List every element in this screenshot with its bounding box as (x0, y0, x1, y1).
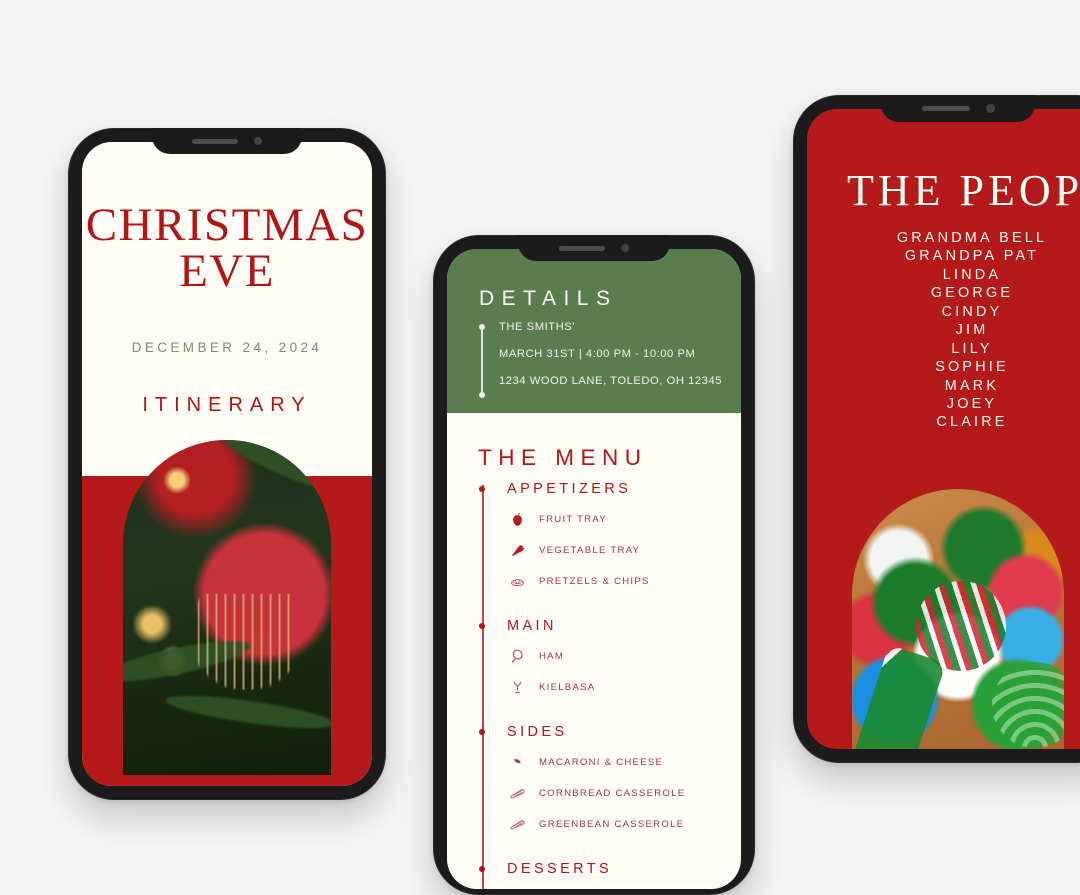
details-lines: THE SMITHS' MARCH 31ST | 4:00 PM - 10:00… (499, 321, 727, 402)
christmas-title-line2: EVE (179, 245, 275, 298)
person-name: MARK (944, 377, 1000, 394)
screen-left: CHRISTMAS EVE DECEMBER 24, 2024 ITINERAR… (82, 142, 372, 786)
camera-icon (985, 104, 995, 113)
carrot-icon (512, 544, 525, 556)
menu-item-label: MACARONI & CHEESE (539, 757, 664, 768)
details-timeline-rail (479, 324, 485, 398)
screen-right: THE PEOPLE GRANDMA BELLGRANDPA PATLINDAG… (807, 109, 1080, 749)
category-dot-icon (479, 729, 485, 735)
details-heading: DETAILS (479, 287, 618, 310)
category-dot-icon (479, 486, 485, 492)
menu-item[interactable]: GREENBEAN CASSEROLE (507, 814, 741, 835)
menu-category: MAIN HAM KIELBASA (447, 618, 741, 698)
phone-mockup-middle: DETAILS THE SMITHS' MARCH 31ST | 4:00 PM… (433, 235, 755, 895)
left-cream-panel (82, 142, 372, 476)
speaker-icon (921, 106, 970, 111)
details-panel: DETAILS THE SMITHS' MARCH 31ST | 4:00 PM… (447, 249, 741, 413)
detail-address: 1234 WOOD LANE, TOLEDO, OH 12345 (499, 375, 723, 387)
menu-category: SIDES MACARONI & CHEESE CORNBREAD CASSEROL… (447, 724, 741, 835)
detail-datetime: MARCH 31ST | 4:00 PM - 10:00 PM (499, 348, 696, 360)
notch-middle (518, 235, 670, 261)
cookies-photo (852, 489, 1064, 749)
menu-category-heading: MAIN (507, 618, 557, 634)
people-heading: THE PEOPLE (847, 166, 1080, 215)
person-name: CINDY (941, 303, 1003, 320)
menu-heading: THE MENU (478, 445, 648, 470)
rail-dot-bottom-icon (479, 392, 485, 398)
event-date: DECEMBER 24, 2024 (131, 340, 323, 355)
sausage-icon (513, 681, 522, 694)
detail-host: THE SMITHS' (499, 321, 575, 333)
person-name: LILY (951, 340, 993, 357)
category-dot-icon (479, 623, 485, 629)
people-list: GRANDMA BELL GRANDPA PAT LINDA GEORGE CINDY J… (807, 229, 1080, 432)
rail-dot-top-icon (479, 324, 485, 330)
cookies-photo-art (852, 489, 1064, 749)
menu-category-spacer (447, 602, 741, 618)
person-name: LINDA (942, 266, 1002, 283)
macaroni-icon (514, 759, 521, 764)
menu-item-label: GREENBEAN CASSEROLE (539, 819, 685, 830)
speaker-icon (559, 245, 605, 251)
menu-item[interactable]: CORNBREAD CASSEROLE (507, 783, 741, 804)
menu-item[interactable]: PRETZELS & CHIPS (507, 571, 741, 592)
menu-item[interactable]: KIELBASA (507, 677, 741, 698)
menu-category: APPETIZERS FRUIT TRAY VEGETABLE TRAY PRETZE… (447, 481, 741, 592)
itinerary-label: ITINERARY (142, 394, 312, 416)
phone-mockup-right: THE PEOPLE GRANDMA BELLGRANDPA PATLINDAG… (793, 95, 1080, 763)
menu-category-heading: APPETIZERS (507, 481, 632, 497)
category-dot-icon (479, 866, 485, 872)
menu-item-label: CORNBREAD CASSEROLE (539, 788, 686, 799)
menu-item[interactable]: MACARONI & CHEESE (507, 752, 741, 773)
menu-category-heading: SIDES (507, 724, 568, 740)
person-name: JOEY (946, 395, 998, 412)
menu-category-spacer (447, 708, 741, 724)
notch-right (881, 95, 1035, 122)
person-name: CLAIRE (936, 414, 1008, 431)
menu-item[interactable]: HAM (507, 646, 741, 667)
phone-mockup-left: CHRISTMAS EVE DECEMBER 24, 2024 ITINERAR… (68, 128, 386, 800)
ham-icon (511, 649, 523, 663)
casserole-dish-icon (510, 789, 525, 799)
christmas-title: CHRISTMAS EVE (82, 199, 372, 298)
person-name: JIM (955, 322, 989, 339)
notch-left (152, 128, 302, 154)
menu-item-label: VEGETABLE TRAY (539, 545, 641, 556)
screen-middle: DETAILS THE SMITHS' MARCH 31ST | 4:00 PM… (447, 249, 741, 889)
ornament-photo (123, 440, 331, 775)
menu-categories: APPETIZERS FRUIT TRAY VEGETABLE TRAY PRETZE… (447, 481, 741, 889)
christmas-title-line1: CHRISTMAS (85, 199, 369, 251)
menu-item[interactable]: VEGETABLE TRAY (507, 540, 741, 561)
apple-icon (513, 512, 522, 526)
person-name: GRANDMA BELL (896, 230, 1048, 246)
person-name: GRANDPA PAT (904, 248, 1040, 265)
person-name: SOPHIE (935, 359, 1009, 376)
menu-category-spacer (447, 845, 741, 861)
person-name: GEORGE (930, 285, 1014, 302)
menu-category-heading: DESSERTS (507, 861, 613, 877)
pretzel-icon (510, 579, 525, 587)
menu-item-label: KIELBASA (539, 682, 596, 693)
menu-category: DESSERTSFUDGECHRISTMAS COOKIESPIE (447, 861, 741, 889)
casserole-dish-icon (510, 820, 525, 830)
camera-icon (621, 244, 629, 252)
camera-icon (254, 137, 262, 145)
speaker-icon (192, 138, 238, 144)
menu-item-label: FRUIT TRAY (539, 514, 607, 525)
mockup-stage: CHRISTMAS EVE DECEMBER 24, 2024 ITINERAR… (0, 0, 1080, 895)
menu-item-label: PRETZELS & CHIPS (539, 576, 650, 587)
menu-item[interactable]: FRUIT TRAY (507, 509, 741, 530)
menu-item-label: HAM (539, 651, 565, 662)
ornament-photo-art (123, 440, 331, 775)
